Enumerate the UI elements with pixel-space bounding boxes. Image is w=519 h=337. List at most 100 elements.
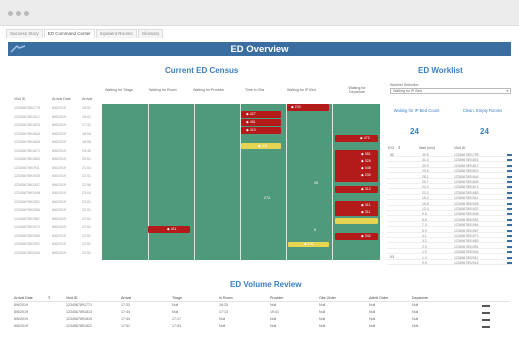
- worklist-row[interactable]: 28.1 1234567891844: [387, 175, 512, 179]
- census-visit-id[interactable]: 1234567891911: [14, 166, 40, 170]
- census-visit-id[interactable]: 1234567891954: [14, 208, 40, 212]
- worklist-row[interactable]: 7.3 1234567891954: [387, 223, 512, 228]
- worklist-row[interactable]: 19.2 1234567891911: [387, 196, 512, 201]
- minimize-window-icon[interactable]: [16, 11, 21, 16]
- worklist-row[interactable]: 24.3 1234567891871: [387, 185, 512, 190]
- row-action-icon[interactable]: [507, 229, 512, 232]
- census-visit-id[interactable]: 1234567891817: [14, 115, 40, 119]
- row-action-icon[interactable]: [507, 224, 512, 227]
- worklist-row[interactable]: 31.4 1234567891801: [387, 158, 512, 163]
- ip-bed-alert-label: ◆ 233: [291, 105, 301, 109]
- census-arrival-date: 8/6/2019: [52, 157, 66, 161]
- filter-icon[interactable]: ⊽: [48, 296, 51, 300]
- census-visit-id[interactable]: 1234567891823: [14, 123, 40, 127]
- row-action-icon[interactable]: [507, 202, 512, 205]
- row-action-icon[interactable]: [507, 256, 512, 259]
- row-action-icon[interactable]: [507, 164, 512, 167]
- volume-cell: 17:44: [121, 317, 130, 321]
- worklist-row[interactable]: 39.5 1234567891799: [387, 153, 512, 157]
- volume-cell: 17:44: [121, 310, 130, 314]
- worklist-row[interactable]: 22.0 1234567891883: [387, 191, 512, 195]
- worklist-row[interactable]: 4.1 1234567891972: [387, 234, 512, 238]
- census-arrival-time: 22:51: [82, 233, 91, 238]
- volume-row[interactable]: 8/6/2019 1234567891822 17:51 17:53 Null Null N…: [14, 324, 510, 329]
- census-arrival-time: 15:51: [82, 106, 91, 110]
- row-action-icon[interactable]: [507, 251, 512, 254]
- filter-icon[interactable]: ⊽: [398, 146, 401, 150]
- close-window-icon[interactable]: [8, 11, 13, 16]
- worklist-row[interactable]: 3.2 1234567891983: [387, 239, 512, 244]
- worklist-row[interactable]: 12.4 1234567891937: [387, 207, 512, 211]
- departure-alert-block[interactable]: [335, 201, 378, 216]
- row-action-icon[interactable]: [507, 240, 512, 243]
- census-visit-id[interactable]: 1234567891871: [14, 149, 40, 153]
- worklist-row[interactable]: 8.8 1234567891951: [387, 218, 512, 222]
- volume-row[interactable]: 8/6/2019 1234567891771 17:33 Null 16:25 Null N…: [14, 303, 510, 308]
- worklist-wait: 29.6: [422, 169, 429, 174]
- tab-success-story[interactable]: Success Story: [6, 29, 43, 38]
- row-action-icon[interactable]: [482, 305, 490, 307]
- census-visit-id[interactable]: 1234567891779: [14, 106, 40, 110]
- volume-cell: Null: [412, 303, 419, 307]
- obs-alert-label: ◆ 410: [246, 128, 256, 132]
- row-action-icon[interactable]: [507, 186, 512, 189]
- census-visit-id[interactable]: 1234567891937: [14, 183, 40, 187]
- census-visit-id[interactable]: 1234567891925: [14, 174, 40, 178]
- census-arrival-time: 23:04: [82, 191, 91, 195]
- row-action-icon[interactable]: [507, 175, 512, 178]
- tab-glossary[interactable]: Glossary: [137, 29, 164, 38]
- worklist-row[interactable]: 9.6 1234567891948: [387, 212, 512, 217]
- row-action-icon[interactable]: [507, 213, 512, 216]
- maximize-window-icon[interactable]: [24, 11, 29, 16]
- worklist-row[interactable]: 30.9 1234567891817: [387, 164, 512, 168]
- worklist-row[interactable]: 16.8 1234567891925: [387, 202, 512, 206]
- worklist-visit-id: 1234567891951: [454, 217, 479, 222]
- row-action-icon[interactable]: [507, 170, 512, 173]
- departure-alert-bar[interactable]: [335, 186, 378, 193]
- row-action-icon[interactable]: [507, 235, 512, 237]
- departure-alert-bar[interactable]: [335, 135, 378, 142]
- row-action-icon[interactable]: [507, 245, 512, 248]
- worklist-visit-id: 1234567891983: [454, 239, 479, 244]
- tab-ed-command-center[interactable]: ED Command Center: [43, 29, 95, 38]
- row-action-icon[interactable]: [482, 326, 490, 328]
- worklist-selection-dropdown[interactable]: Waiting for IP Bed ▾: [390, 88, 511, 94]
- departure-alert-block[interactable]: [335, 150, 378, 182]
- departure-alert-bar[interactable]: [335, 233, 378, 240]
- row-action-icon[interactable]: [507, 218, 512, 221]
- col-waiting-provider: Waiting for Provider: [193, 88, 225, 92]
- volume-row[interactable]: 8/6/2019 1234567891819 17:44 17:17 Null Null N…: [14, 317, 510, 322]
- census-visit-id[interactable]: 1234567891972: [14, 225, 40, 229]
- row-action-icon[interactable]: [507, 154, 512, 156]
- census-visit-id[interactable]: 1234567891967: [14, 217, 40, 221]
- row-action-icon[interactable]: [482, 312, 490, 314]
- census-visit-id[interactable]: 1234567891844: [14, 132, 40, 136]
- tab-inpatient-rooms[interactable]: Inpatient Rooms: [95, 29, 137, 38]
- row-action-icon[interactable]: [507, 208, 512, 210]
- row-action-icon[interactable]: [507, 191, 512, 194]
- volume-row[interactable]: 8/6/2019 1234567891813 17:44 Null 17:13 19:41…: [14, 310, 510, 315]
- departure-warning-bar[interactable]: [335, 218, 378, 224]
- census-visit-id[interactable]: 1234567891845: [14, 140, 40, 144]
- row-action-icon[interactable]: [507, 159, 512, 162]
- census-visit-id[interactable]: 1234567891883: [14, 157, 40, 161]
- row-action-icon[interactable]: [507, 197, 512, 200]
- worklist-row[interactable]: 1.9 1234567892004: [387, 250, 512, 255]
- grid-divider: [194, 104, 195, 260]
- worklist-row[interactable]: 1.4 1234567892011: [387, 256, 512, 260]
- census-visit-id[interactable]: 1234567891983: [14, 234, 40, 238]
- row-action-icon[interactable]: [482, 319, 490, 321]
- census-visit-id[interactable]: 1234567891951: [14, 200, 40, 204]
- census-visit-id[interactable]: 1234567891991: [14, 242, 40, 246]
- worklist-row[interactable]: 25.7 1234567891845: [387, 180, 512, 184]
- worklist-row[interactable]: 5.9 1234567891967: [387, 229, 512, 233]
- worklist-row[interactable]: 2.0 1234567891991: [387, 245, 512, 249]
- row-action-icon[interactable]: [507, 181, 512, 183]
- census-visit-id[interactable]: 1234567891948: [14, 191, 40, 195]
- grid-divider: [286, 104, 287, 260]
- worklist-row[interactable]: 29.6 1234567891823: [387, 169, 512, 174]
- worklist-row[interactable]: 0.8 1234567892016: [387, 261, 512, 265]
- worklist-wait: 16.8: [422, 201, 429, 206]
- census-visit-id[interactable]: 1234567892004: [14, 251, 40, 255]
- row-action-icon[interactable]: [507, 262, 512, 264]
